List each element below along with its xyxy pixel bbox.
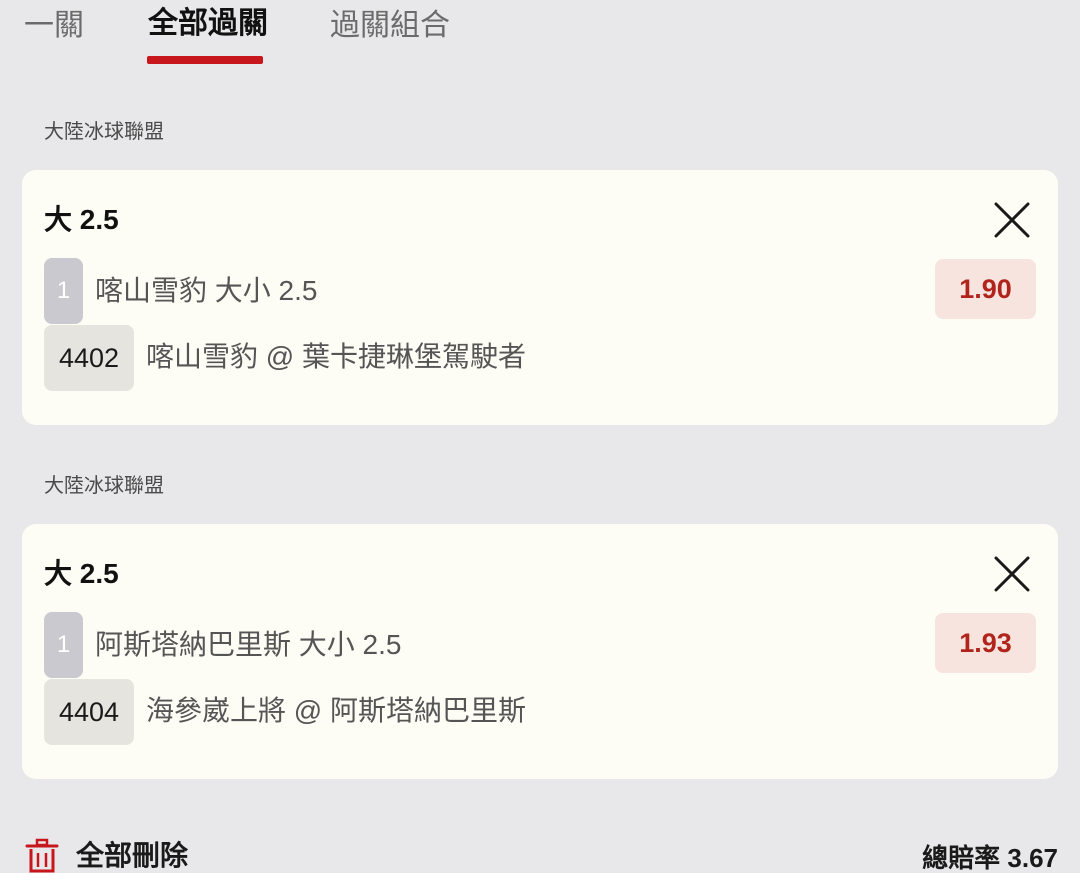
tab-single[interactable]: 一關 bbox=[24, 6, 84, 46]
remove-bet-button[interactable] bbox=[992, 200, 1032, 240]
tab-parlay-combination[interactable]: 過關組合 bbox=[330, 6, 450, 46]
bet-selection: 喀山雪豹 大小 2.5 bbox=[95, 275, 318, 306]
delete-all-label: 全部刪除 bbox=[76, 840, 189, 871]
match-teams: 喀山雪豹 @ 葉卡捷琳堡駕駛者 bbox=[146, 341, 526, 372]
close-icon bbox=[994, 202, 1030, 238]
league-name: 大陸冰球聯盟 bbox=[44, 121, 164, 143]
odds-button[interactable]: 1.93 bbox=[935, 613, 1036, 673]
bet-type-tabs: 一關 全部過關 過關組合 bbox=[0, 0, 1080, 70]
bet-title: 大 2.5 bbox=[44, 204, 119, 235]
total-odds-value: 3.67 bbox=[1007, 843, 1058, 873]
leg-number-badge: 1 bbox=[44, 258, 83, 324]
bet-selection: 阿斯塔納巴里斯 大小 2.5 bbox=[95, 629, 402, 660]
match-number-badge: 4402 bbox=[44, 325, 134, 391]
total-odds: 總賠率 3.67 bbox=[922, 840, 1058, 873]
league-name: 大陸冰球聯盟 bbox=[44, 475, 164, 497]
bet-card: 大 2.5 1 阿斯塔納巴里斯 大小 2.5 1.93 4404 海參崴上將 @… bbox=[22, 524, 1058, 779]
trash-icon bbox=[25, 838, 59, 873]
match-number-badge: 4404 bbox=[44, 679, 134, 745]
remove-bet-button[interactable] bbox=[992, 554, 1032, 594]
bet-title: 大 2.5 bbox=[44, 558, 119, 589]
match-teams: 海參崴上將 @ 阿斯塔納巴里斯 bbox=[146, 695, 526, 726]
leg-number-badge: 1 bbox=[44, 612, 83, 678]
total-odds-label: 總賠率 bbox=[922, 843, 1001, 873]
tab-all-parlay[interactable]: 全部過關 bbox=[148, 4, 268, 44]
odds-button[interactable]: 1.90 bbox=[935, 259, 1036, 319]
active-tab-indicator bbox=[147, 56, 263, 64]
close-icon bbox=[994, 556, 1030, 592]
bet-card: 大 2.5 1 喀山雪豹 大小 2.5 1.90 4402 喀山雪豹 @ 葉卡捷… bbox=[22, 170, 1058, 425]
